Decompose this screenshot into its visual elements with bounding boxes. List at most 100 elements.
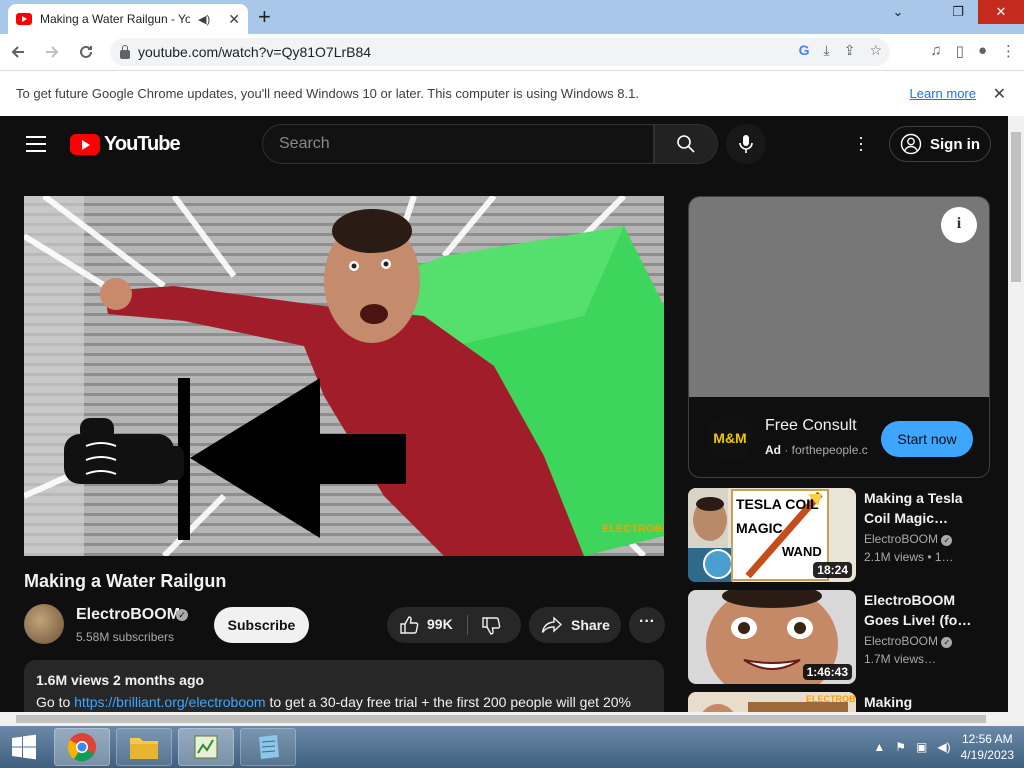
description-box[interactable]: 1.6M views 2 months ago Go to https://br… [24, 660, 664, 712]
ad-badge: Ad [765, 443, 781, 457]
voice-search-button[interactable] [726, 124, 766, 164]
ad-title[interactable]: Free Consult [765, 417, 857, 435]
windows-logo-icon [12, 734, 36, 760]
video-player[interactable]: ELECTROBOOM [24, 196, 664, 556]
verified-check-icon: ✓ [941, 637, 953, 648]
media-controls-icon[interactable]: ♫ [930, 42, 941, 60]
network-icon[interactable]: ▣ [916, 740, 927, 754]
recommendation-title[interactable]: ElectroBOOM Goes Live! (fo… [864, 590, 990, 630]
video-thumbnail[interactable]: TESLA COIL MAGIC WAND 18:24 [688, 488, 856, 582]
like-button[interactable] [399, 615, 419, 638]
video-thumbnail[interactable]: ELECTROBOOM [688, 692, 856, 712]
taskbar-task-manager[interactable] [178, 728, 234, 766]
more-actions-button[interactable]: ··· [629, 607, 665, 643]
thumbnail-text-1: TESLA COIL [736, 496, 819, 512]
sign-in-label: Sign in [930, 135, 980, 153]
recommendation-views: 1.7M views… [864, 652, 937, 666]
taskbar-notepad[interactable] [240, 728, 296, 766]
share-button[interactable]: Share [529, 607, 621, 643]
share-label: Share [571, 617, 610, 633]
vertical-scrollbar[interactable] [1008, 116, 1024, 712]
tab-title: Making a Water Railgun - Yo [40, 12, 190, 26]
channel-row: ElectroBOOM ✓ 5.58M subscribers Subscrib… [24, 604, 665, 648]
advertiser-logo[interactable]: M&M [707, 415, 753, 461]
video-thumbnail[interactable]: 1:46:43 [688, 590, 856, 684]
settings-kebab-icon[interactable]: · · · [854, 128, 868, 158]
list-item[interactable]: ELECTROBOOM Making [688, 692, 994, 712]
new-tab-button[interactable]: + [258, 6, 271, 28]
thumbs-down-icon [482, 617, 501, 635]
taskbar-file-explorer[interactable] [116, 728, 172, 766]
guide-menu-icon[interactable] [26, 136, 46, 157]
verified-check-icon: ✓ [176, 609, 188, 621]
views-and-date: 1.6M views 2 months ago [36, 672, 205, 688]
video-title: Making a Water Railgun [24, 571, 227, 591]
youtube-play-icon [70, 134, 100, 155]
share-page-icon[interactable]: ⇪ [844, 42, 856, 59]
side-panel-icon[interactable]: ▯ [956, 42, 964, 60]
close-window-button[interactable]: ✕ [978, 0, 1024, 24]
recommendation-channel-name: ElectroBOOM [864, 634, 939, 648]
install-app-icon[interactable]: ⤓ [824, 42, 830, 59]
forward-arrow-icon[interactable] [36, 36, 68, 68]
restore-window-button[interactable]: ❐ [938, 0, 978, 24]
like-divider [467, 615, 468, 635]
bookmark-star-icon[interactable]: ☆ [869, 42, 882, 59]
sidebar-ad: i M&M Free Consult Ad · forthepeople.c S… [688, 196, 990, 478]
tab-search-icon[interactable]: ⌄ [878, 0, 918, 24]
microphone-icon [739, 135, 753, 153]
dislike-button[interactable] [481, 616, 501, 639]
clock[interactable]: 12:56 AM 4/19/2023 [961, 731, 1014, 763]
windows-taskbar: ▲ ⚑ ▣ ◀) 12:56 AM 4/19/2023 [0, 726, 1024, 768]
description-text: Go to https://brilliant.org/electroboom … [36, 694, 652, 710]
ad-domain: forthepeople.c [791, 443, 868, 457]
google-lens-icon[interactable]: G [799, 42, 810, 59]
channel-avatar[interactable] [24, 604, 64, 644]
search-icon [677, 135, 695, 153]
recommendation-title[interactable]: Making a Tesla Coil Magic… [864, 488, 990, 528]
learn-more-link[interactable]: Learn more [910, 86, 976, 101]
back-arrow-icon[interactable] [2, 36, 34, 68]
search-button[interactable] [654, 124, 718, 164]
tab-strip: Making a Water Railgun - Yo ◀) ✕ + ⌄ ❐ ✕ [0, 0, 1024, 34]
channel-name[interactable]: ElectroBOOM [76, 606, 180, 624]
search-bar [262, 124, 718, 164]
infobar-close-icon[interactable]: ✕ [993, 84, 1006, 104]
url-text[interactable]: youtube.com/watch?v=Qy81O7LrB84 [138, 44, 371, 60]
like-count: 99K [427, 616, 453, 632]
list-item[interactable]: TESLA COIL MAGIC WAND 18:24 Making a Tes… [688, 488, 994, 582]
chrome-menu-icon[interactable]: ⋮ [1001, 42, 1016, 60]
volume-icon[interactable]: ◀) [937, 740, 950, 754]
recommendation-title[interactable]: Making [864, 692, 990, 712]
brilliant-link[interactable]: https://brilliant.org/electroboom [74, 694, 265, 710]
profile-icon[interactable]: ● [978, 42, 987, 60]
youtube-favicon-icon [16, 13, 32, 25]
sign-in-button[interactable]: Sign in [889, 126, 991, 162]
vertical-scroll-thumb[interactable] [1011, 132, 1021, 282]
reload-icon[interactable] [70, 36, 102, 68]
tab-close-icon[interactable]: ✕ [228, 11, 240, 28]
video-frame: ELECTROBOOM [24, 196, 664, 556]
show-hidden-icons[interactable]: ▲ [873, 740, 885, 754]
horizontal-scrollbar[interactable] [0, 712, 1024, 726]
subscribe-button[interactable]: Subscribe [214, 607, 309, 643]
audio-playing-icon[interactable]: ◀) [198, 13, 210, 26]
list-item[interactable]: 1:46:43 ElectroBOOM Goes Live! (fo… Elec… [688, 590, 994, 684]
browser-tab[interactable]: Making a Water Railgun - Yo ◀) ✕ [8, 4, 248, 34]
lock-icon[interactable] [120, 44, 130, 59]
ad-info-icon[interactable]: i [941, 207, 977, 243]
search-input[interactable] [262, 124, 654, 164]
thumbs-up-icon [400, 616, 419, 634]
task-manager-icon [194, 735, 218, 759]
taskbar-chrome[interactable] [54, 728, 110, 766]
start-button[interactable] [0, 726, 48, 768]
address-bar[interactable]: youtube.com/watch?v=Qy81O7LrB84 G ⤓ ⇪ ☆ [110, 38, 890, 66]
youtube-page: YouTube ··· Sign in [0, 116, 1008, 712]
action-center-flag-icon[interactable]: ⚑ [895, 740, 906, 754]
youtube-logo[interactable]: YouTube [70, 133, 181, 156]
horizontal-scroll-thumb[interactable] [16, 715, 986, 723]
thumbnail-watermark: ELECTROBOOM [806, 694, 856, 704]
recommendation-channel-name: ElectroBOOM [864, 532, 939, 546]
start-now-button[interactable]: Start now [881, 421, 973, 457]
share-arrow-icon [541, 616, 563, 633]
